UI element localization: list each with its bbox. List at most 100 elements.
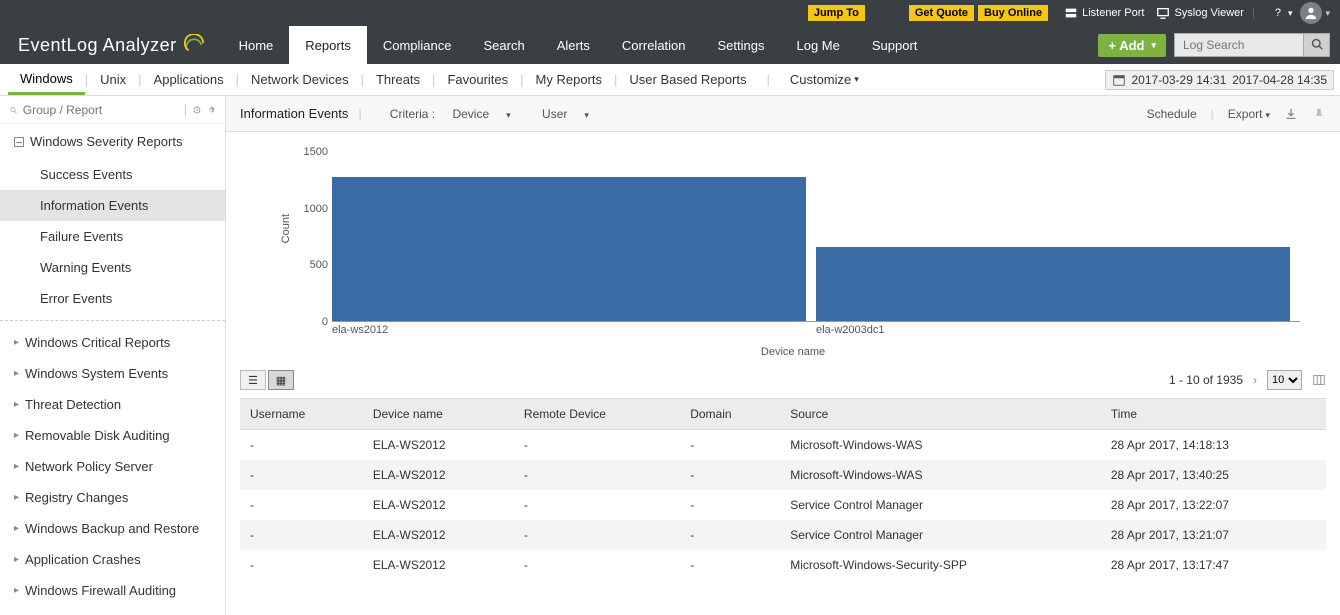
subnav-unix[interactable]: Unix (88, 64, 138, 95)
col-device-name[interactable]: Device name (363, 399, 514, 430)
nav-search[interactable]: Search (467, 26, 540, 64)
nav-reports[interactable]: Reports (289, 26, 367, 64)
user-menu[interactable] (1300, 2, 1322, 24)
buy-online-link[interactable]: Buy Online (978, 5, 1048, 21)
subnav-applications[interactable]: Applications (142, 64, 236, 95)
customize-link[interactable]: Customize▾ (778, 64, 871, 95)
gear-icon[interactable] (207, 103, 215, 117)
user-icon (1304, 6, 1318, 20)
log-search-input[interactable] (1174, 33, 1304, 57)
nav-log-me[interactable]: Log Me (781, 26, 856, 64)
jump-to-link[interactable]: Jump To (808, 5, 865, 21)
results-table: UsernameDevice nameRemote DeviceDomainSo… (240, 398, 1326, 580)
table-row[interactable]: -ELA-WS2012--Microsoft-Windows-Security-… (240, 550, 1326, 580)
table-row[interactable]: -ELA-WS2012--Service Control Manager28 A… (240, 490, 1326, 520)
sidebar-cat-application-crashes[interactable]: ▸Application Crashes (0, 544, 225, 575)
nav-alerts[interactable]: Alerts (541, 26, 606, 64)
chart-area: Count 050010001500 ela-ws2012ela-w2003dc… (226, 132, 1340, 362)
monitor-icon (1156, 6, 1170, 20)
nav-correlation[interactable]: Correlation (606, 26, 702, 64)
header: EventLog Analyzer HomeReportsComplianceS… (0, 26, 1340, 64)
sidebar-cat-windows-critical-reports[interactable]: ▸Windows Critical Reports (0, 327, 225, 358)
nav-support[interactable]: Support (856, 26, 934, 64)
listener-port-link[interactable]: Listener Port (1064, 6, 1144, 20)
calendar-icon (1112, 73, 1126, 87)
sidebar-cat-registry-changes[interactable]: ▸Registry Changes (0, 482, 225, 513)
sidebar-section-severity[interactable]: Windows Severity Reports (0, 124, 225, 159)
content-header: Information Events | Criteria : Device▾ … (226, 96, 1340, 132)
add-button[interactable]: + Add▾ (1098, 34, 1166, 57)
subnav-threats[interactable]: Threats (364, 64, 432, 95)
sidebar-item-error-events[interactable]: Error Events (0, 283, 225, 314)
table-toolbar: ☰ ▦ 1 - 10 of 1935 › 10 (240, 362, 1326, 398)
server-icon (1064, 6, 1078, 20)
table-row[interactable]: -ELA-WS2012--Service Control Manager28 A… (240, 520, 1326, 550)
help-link[interactable]: ?▾ (1275, 7, 1293, 19)
nav-compliance[interactable]: Compliance (367, 26, 468, 64)
sidebar-cat-windows-backup-and-restore[interactable]: ▸Windows Backup and Restore (0, 513, 225, 544)
search-icon (10, 104, 17, 116)
sidebar-search-input[interactable] (23, 103, 178, 117)
view-grid-button[interactable]: ▦ (268, 370, 294, 390)
content: Information Events | Criteria : Device▾ … (226, 96, 1340, 615)
subnav-network-devices[interactable]: Network Devices (239, 64, 361, 95)
sidebar-cat-threat-detection-from-antivirus[interactable]: ▸Threat Detection From Antivirus (0, 606, 225, 615)
bar-ela-ws2012[interactable] (332, 177, 806, 321)
y-tick: 500 (310, 259, 328, 271)
subnav-windows[interactable]: Windows (8, 64, 85, 95)
search-icon (1311, 38, 1323, 50)
app-logo[interactable]: EventLog Analyzer (0, 34, 223, 56)
sidebar-cat-windows-system-events[interactable]: ▸Windows System Events (0, 358, 225, 389)
sidebar-cat-threat-detection[interactable]: ▸Threat Detection (0, 389, 225, 420)
page-size-select[interactable]: 10 (1267, 370, 1302, 390)
nav-home[interactable]: Home (223, 26, 290, 64)
main-nav: HomeReportsComplianceSearchAlertsCorrela… (223, 26, 1099, 64)
col-domain[interactable]: Domain (680, 399, 780, 430)
subnav-favourites[interactable]: Favourites (435, 64, 520, 95)
y-tick: 0 (322, 316, 328, 328)
sidebar-item-information-events[interactable]: Information Events (0, 190, 225, 221)
sidebar-cat-windows-firewall-auditing[interactable]: ▸Windows Firewall Auditing (0, 575, 225, 606)
sidebar-cat-removable-disk-auditing[interactable]: ▸Removable Disk Auditing (0, 420, 225, 451)
sidebar-item-failure-events[interactable]: Failure Events (0, 221, 225, 252)
y-tick: 1000 (304, 203, 328, 215)
schedule-link[interactable]: Schedule (1147, 107, 1197, 121)
sidebar: | Windows Severity Reports Success Event… (0, 96, 226, 615)
export-link[interactable]: Export▾ (1228, 107, 1270, 121)
criteria-device[interactable]: Device▾ (452, 107, 524, 121)
criteria-user[interactable]: User▾ (542, 107, 603, 121)
sidebar-item-warning-events[interactable]: Warning Events (0, 252, 225, 283)
syslog-viewer-link[interactable]: Syslog Viewer (1156, 6, 1244, 20)
criteria-label: Criteria : (390, 107, 435, 121)
chart-ylabel: Count (280, 214, 292, 243)
subnav-my-reports[interactable]: My Reports (524, 64, 614, 95)
y-tick: 1500 (304, 146, 328, 158)
collapse-icon (14, 137, 24, 147)
pin-icon[interactable] (1312, 107, 1326, 121)
get-quote-link[interactable]: Get Quote (909, 5, 974, 21)
pagination-range: 1 - 10 of 1935 (1169, 373, 1243, 387)
log-search-button[interactable] (1304, 33, 1330, 57)
date-to: 2017-04-28 14:35 (1232, 73, 1327, 87)
columns-icon[interactable] (1312, 373, 1326, 387)
date-range-picker[interactable]: 2017-03-29 14:31 2017-04-28 14:35 (1105, 70, 1335, 90)
col-time[interactable]: Time (1101, 399, 1326, 430)
x-label: ela-w2003dc1 (816, 324, 885, 336)
bar-ela-w2003dc1[interactable] (816, 247, 1290, 321)
date-from: 2017-03-29 14:31 (1132, 73, 1227, 87)
chart-plot[interactable] (332, 152, 1300, 322)
table-row[interactable]: -ELA-WS2012--Microsoft-Windows-WAS28 Apr… (240, 460, 1326, 490)
view-list-button[interactable]: ☰ (240, 370, 266, 390)
subnav-user-based-reports[interactable]: User Based Reports (617, 64, 758, 95)
table-row[interactable]: -ELA-WS2012--Microsoft-Windows-WAS28 Apr… (240, 430, 1326, 461)
sidebar-cat-network-policy-server[interactable]: ▸Network Policy Server (0, 451, 225, 482)
sidebar-item-success-events[interactable]: Success Events (0, 159, 225, 190)
col-source[interactable]: Source (780, 399, 1101, 430)
col-remote-device[interactable]: Remote Device (514, 399, 680, 430)
clock-icon[interactable] (193, 103, 201, 117)
topbar: Jump To Get Quote Buy Online Listener Po… (0, 0, 1340, 26)
download-icon[interactable] (1284, 107, 1298, 121)
nav-settings[interactable]: Settings (702, 26, 781, 64)
next-page-button[interactable]: › (1253, 373, 1257, 387)
col-username[interactable]: Username (240, 399, 363, 430)
